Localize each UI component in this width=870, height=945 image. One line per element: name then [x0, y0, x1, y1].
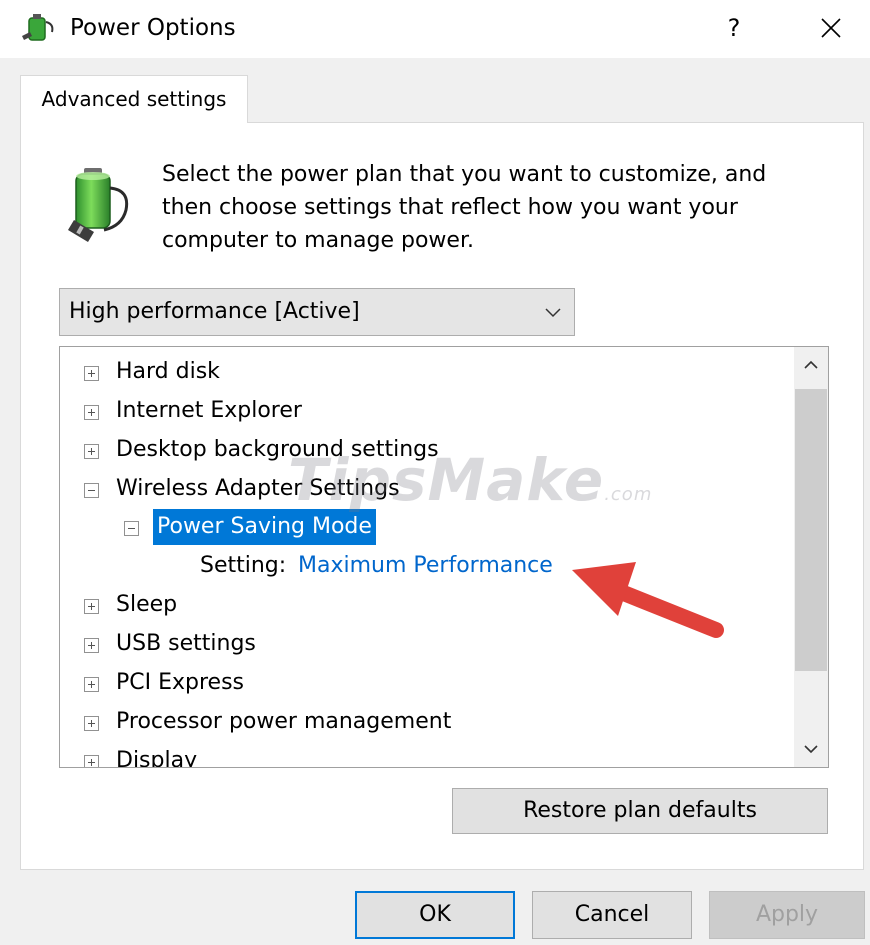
power-options-icon [22, 14, 54, 41]
expand-icon[interactable] [84, 366, 99, 381]
tree-item-label: Internet Explorer [116, 398, 302, 423]
chevron-up-icon [804, 360, 818, 369]
collapse-icon[interactable] [84, 483, 99, 498]
chevron-down-icon [545, 308, 561, 318]
tree-item-label: Sleep [116, 592, 178, 617]
expand-icon[interactable] [84, 599, 99, 614]
help-button[interactable]: ? [712, 10, 756, 46]
expand-icon[interactable] [84, 405, 99, 420]
setting-label: Setting: [200, 553, 287, 578]
annotation-arrow-icon [572, 562, 724, 638]
vertical-scrollbar[interactable] [794, 347, 828, 767]
scroll-thumb[interactable] [795, 389, 827, 671]
tree-item-power-saving-mode[interactable]: Power Saving Mode [60, 509, 790, 545]
tab-advanced-settings[interactable]: Advanced settings [20, 75, 248, 123]
tree-item-label: Hard disk [116, 359, 220, 384]
tree-item-internet-explorer[interactable]: Internet Explorer [60, 393, 790, 429]
tree-item-wireless-adapter[interactable]: Wireless Adapter Settings [60, 471, 790, 507]
apply-button[interactable]: Apply [709, 891, 865, 939]
tree-item-label: PCI Express [116, 670, 245, 695]
tree-item-label: USB settings [116, 631, 256, 656]
expand-icon[interactable] [84, 444, 99, 459]
restore-plan-defaults-button[interactable]: Restore plan defaults [452, 788, 828, 834]
power-plan-dropdown[interactable]: High performance [Active] [59, 288, 575, 336]
setting-value-link[interactable]: Maximum Performance [298, 548, 553, 584]
battery-plug-icon [68, 168, 129, 242]
tree-item-label: Wireless Adapter Settings [116, 476, 400, 501]
power-plan-value: High performance [Active] [69, 299, 360, 324]
scroll-down-button[interactable] [794, 731, 828, 767]
cancel-button[interactable]: Cancel [532, 891, 692, 939]
chevron-down-icon [804, 745, 818, 754]
tree-item-display[interactable]: Display [60, 743, 790, 768]
ok-button[interactable]: OK [355, 891, 515, 939]
tree-item-processor-power[interactable]: Processor power management [60, 704, 790, 740]
close-icon [821, 18, 841, 38]
tree-item-pci-express[interactable]: PCI Express [60, 665, 790, 701]
window-title: Power Options [70, 15, 236, 41]
tree-item-label: Display [116, 748, 198, 768]
collapse-icon[interactable] [124, 521, 139, 536]
scroll-up-button[interactable] [794, 347, 828, 383]
tree-item-label: Desktop background settings [116, 437, 439, 462]
tree-item-hard-disk[interactable]: Hard disk [60, 354, 790, 390]
tree-item-desktop-background[interactable]: Desktop background settings [60, 432, 790, 468]
close-button[interactable] [806, 10, 856, 46]
expand-icon[interactable] [84, 716, 99, 731]
title-bar: Power Options ? [0, 0, 870, 58]
expand-icon[interactable] [84, 638, 99, 653]
expand-icon[interactable] [84, 677, 99, 692]
expand-icon[interactable] [84, 755, 99, 767]
tree-item-label: Processor power management [116, 709, 452, 734]
description-text: Select the power plan that you want to c… [162, 162, 767, 253]
tree-item-label: Power Saving Mode [153, 509, 376, 545]
